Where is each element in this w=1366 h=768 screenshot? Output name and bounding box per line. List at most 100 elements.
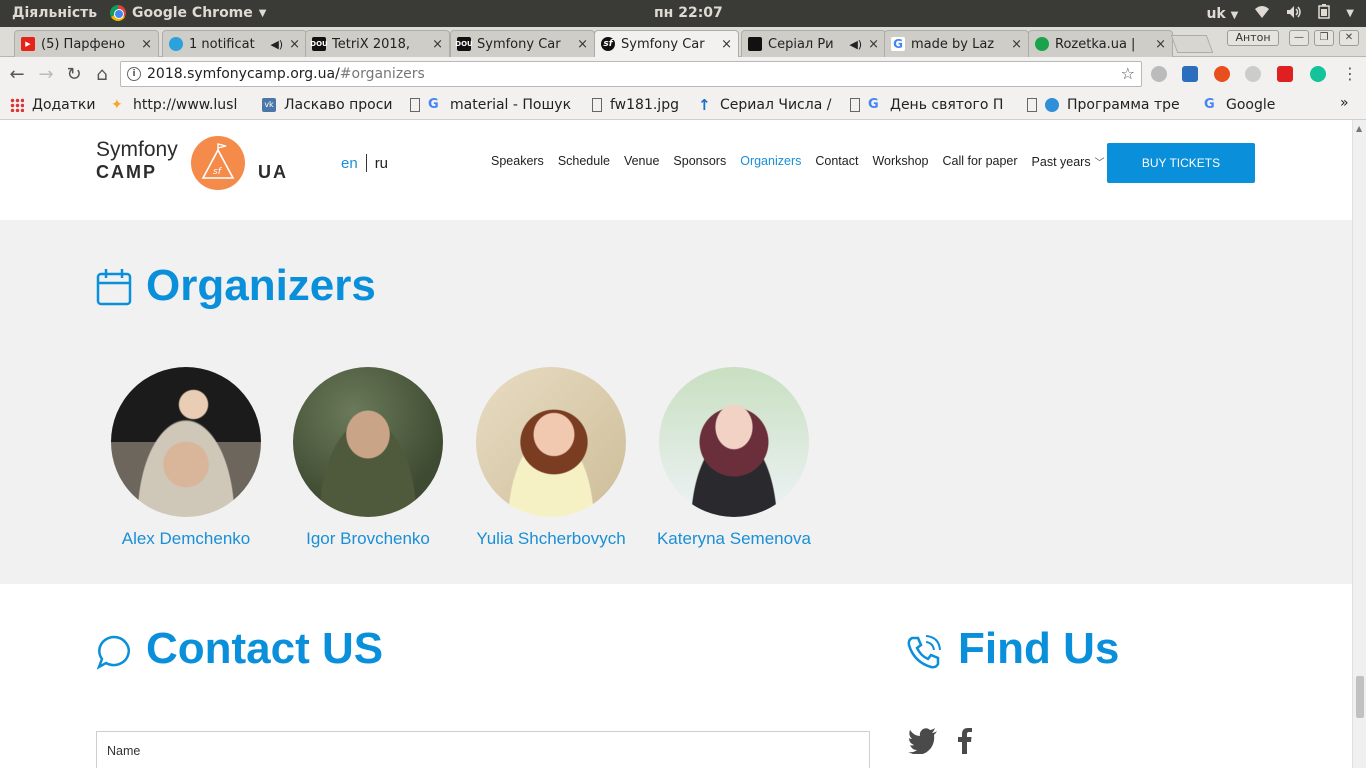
lang-en-link[interactable]: en [341, 155, 358, 172]
tab-rozetka[interactable]: Rozetka.ua | × [1028, 30, 1173, 57]
more-bookmarks-icon[interactable]: » [1340, 95, 1349, 111]
paw-extension-icon[interactable] [1151, 66, 1167, 82]
maximize-button[interactable]: ❐ [1314, 30, 1334, 46]
reload-icon[interactable]: ↻ [64, 64, 84, 85]
contact-section: Contact US Find Us Name [0, 584, 1352, 768]
google-icon: G [1204, 97, 1215, 112]
chevron-down-icon: ﹀ [1094, 158, 1105, 169]
chevron-down-icon[interactable]: ▼ [1346, 8, 1354, 19]
s-extension-icon[interactable] [1182, 66, 1198, 82]
fire-extension-icon[interactable] [1214, 66, 1230, 82]
forward-arrow-icon[interactable]: → [36, 64, 56, 85]
organizer-card[interactable]: Yulia Shcherbovych [471, 367, 631, 548]
bulb-icon: ✦ [111, 97, 123, 113]
phone-icon [906, 634, 942, 674]
close-icon[interactable]: × [141, 37, 152, 52]
address-bar[interactable]: i 2018.symfonycamp.org.ua/#organizers ☆ [120, 61, 1142, 87]
bookmark-lusl[interactable]: ✦ http://www.lusl [111, 97, 251, 113]
facebook-icon[interactable] [958, 728, 972, 761]
tab-youtube[interactable]: ▶ (5) Парфено × [14, 30, 159, 57]
organizer-card[interactable]: Igor Brovchenko [288, 367, 448, 548]
browser-toolbar: ← → ↻ ⌂ i 2018.symfonycamp.org.ua/#organ… [0, 57, 1366, 91]
home-icon[interactable]: ⌂ [92, 64, 112, 85]
close-icon[interactable]: × [721, 37, 732, 52]
google-icon: G [891, 37, 905, 51]
bookmark-star-icon[interactable]: ☆ [1121, 62, 1135, 86]
app-menu[interactable]: Google Chrome ▼ [110, 5, 266, 21]
bookmark-apps[interactable]: Додатки [10, 97, 106, 113]
tab-serial[interactable]: Серіал Ри ◀) × [741, 30, 886, 57]
info-icon[interactable]: i [127, 67, 141, 81]
close-icon[interactable]: × [1011, 37, 1022, 52]
back-arrow-icon[interactable]: ← [7, 64, 27, 85]
organizer-card[interactable]: Kateryna Semenova [654, 367, 814, 548]
new-tab-button[interactable] [1170, 35, 1214, 53]
scrollbar-thumb[interactable] [1356, 676, 1364, 718]
tab-title: Серіал Ри [768, 36, 834, 52]
menu-icon[interactable]: ⋮ [1340, 64, 1360, 83]
close-window-button[interactable]: ✕ [1339, 30, 1359, 46]
close-icon[interactable]: × [868, 37, 879, 52]
file-icon [850, 98, 860, 112]
clock[interactable]: пн 22:07 [654, 5, 723, 21]
nav-contact[interactable]: Contact [815, 154, 858, 169]
nav-call-for-paper[interactable]: Call for paper [943, 154, 1018, 169]
profile-button[interactable]: Антон [1227, 30, 1279, 46]
tab-strip: ▶ (5) Парфено × 1 notificat ◀) × DOU Tet… [0, 27, 1366, 57]
nav-speakers[interactable]: Speakers [491, 154, 544, 169]
nav-past-years[interactable]: Past years ﹀ [1032, 154, 1105, 169]
organizers-section: Organizers Alex Demchenko Igor Brovchenk… [0, 220, 1352, 584]
organizer-name: Yulia Shcherbovych [476, 529, 626, 548]
tab-notification[interactable]: 1 notificat ◀) × [162, 30, 307, 57]
tab-title: Symfony Car [477, 36, 561, 52]
minimize-button[interactable]: — [1289, 30, 1309, 46]
grammarly-icon[interactable] [1310, 66, 1326, 82]
bookmark-material[interactable]: G material - Пошук [410, 97, 576, 113]
page-scrollbar[interactable]: ▲ [1352, 120, 1366, 768]
tab-google[interactable]: G made by Laz × [884, 30, 1029, 57]
tab-title: 1 notificat [189, 36, 255, 52]
close-icon[interactable]: × [577, 37, 588, 52]
buy-tickets-button[interactable]: BUY TICKETS [1107, 143, 1255, 183]
tab-title: Symfony Car [621, 36, 705, 52]
logo-text-camp: CAMP [96, 162, 157, 182]
organizers-title: Organizers [146, 261, 376, 310]
tab-title: TetriX 2018, [332, 36, 411, 52]
close-icon[interactable]: × [432, 37, 443, 52]
name-input[interactable]: Name [96, 731, 870, 768]
tab-symfony-active[interactable]: sf Symfony Car × [594, 30, 739, 57]
speaker-icon[interactable]: ◀) [849, 38, 862, 51]
grey-extension-icon[interactable] [1245, 66, 1261, 82]
nav-sponsors[interactable]: Sponsors [673, 154, 726, 169]
wifi-icon[interactable] [1254, 5, 1270, 23]
keyboard-layout[interactable]: uk ▼ [1206, 6, 1238, 22]
battery-icon[interactable] [1318, 4, 1331, 23]
volume-icon[interactable] [1286, 5, 1302, 23]
vk-icon: vk [262, 98, 276, 112]
nav-workshop[interactable]: Workshop [872, 154, 928, 169]
twitter-icon[interactable] [908, 728, 938, 761]
bookmark-label: material - Пошук [450, 97, 572, 113]
bookmark-google[interactable]: G Google [1204, 97, 1294, 113]
bookmark-label: Программа тре [1067, 97, 1180, 113]
ya-extension-icon[interactable] [1277, 66, 1293, 82]
bookmark-serial[interactable]: ↑ Сериал Числа / [698, 97, 832, 113]
bookmark-programma[interactable]: Программа тре [1027, 97, 1189, 113]
bookmark-vk[interactable]: vk Ласкаво проси [262, 97, 402, 113]
bookmark-fw181[interactable]: fw181.jpg [592, 97, 688, 113]
speaker-icon[interactable]: ◀) [270, 38, 283, 51]
organizer-card[interactable]: Alex Demchenko [106, 367, 266, 548]
nav-organizers[interactable]: Organizers [740, 154, 801, 169]
lang-ru-link[interactable]: ru [375, 155, 388, 172]
close-icon[interactable]: × [1155, 37, 1166, 52]
arrow-up-icon: ↑ [698, 97, 711, 113]
nav-venue[interactable]: Venue [624, 154, 659, 169]
tab-tetrix[interactable]: DOU TetriX 2018, × [305, 30, 450, 57]
close-icon[interactable]: × [289, 37, 300, 52]
bookmark-den[interactable]: G День святого П [850, 97, 1010, 113]
nav-schedule[interactable]: Schedule [558, 154, 610, 169]
tab-symfony-1[interactable]: DOU Symfony Car × [450, 30, 595, 57]
activities-button[interactable]: Діяльність [12, 5, 97, 21]
scroll-up-icon[interactable]: ▲ [1356, 124, 1362, 133]
language-switcher: en ru [341, 154, 388, 172]
